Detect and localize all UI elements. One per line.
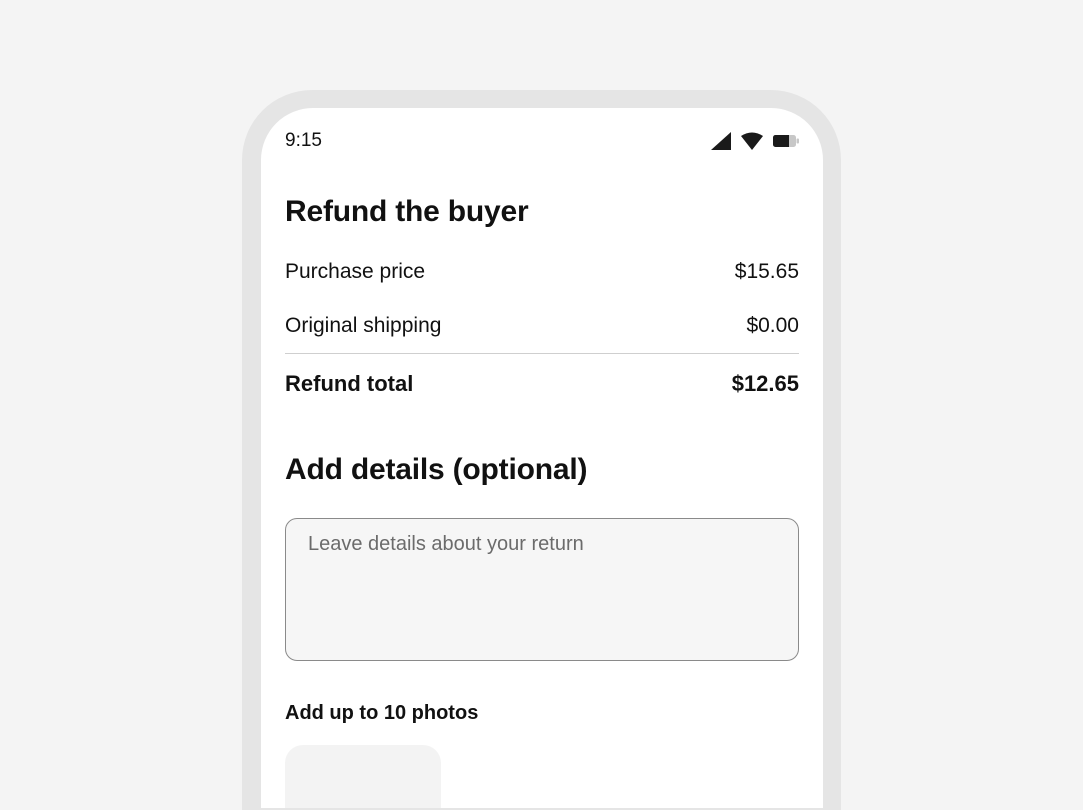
status-icons — [711, 132, 799, 150]
photos-label: Add up to 10 photos — [285, 702, 479, 724]
refund-total-row: Refund total $12.65 — [285, 354, 799, 414]
status-bar: 9:15 — [285, 130, 799, 152]
wifi-icon — [741, 132, 763, 150]
original-shipping-label: Original shipping — [285, 314, 442, 337]
details-textarea[interactable] — [285, 518, 799, 661]
original-shipping-value: $0.00 — [746, 314, 799, 337]
purchase-price-row: Purchase price $15.65 — [285, 245, 799, 299]
cellular-signal-icon — [711, 132, 731, 150]
refund-total-label: Refund total — [285, 371, 414, 396]
purchase-price-label: Purchase price — [285, 260, 426, 283]
details-title: Add details (optional) — [285, 453, 588, 486]
original-shipping-row: Original shipping $0.00 — [285, 299, 799, 353]
refund-title: Refund the buyer — [285, 195, 529, 228]
battery-icon — [773, 135, 799, 147]
refund-content: Refund the buyer Purchase price $15.65 O… — [285, 192, 799, 808]
status-time: 9:15 — [285, 130, 322, 151]
refund-total-value: $12.65 — [731, 371, 799, 396]
add-photo-tile[interactable] — [285, 745, 441, 808]
purchase-price-value: $15.65 — [734, 260, 799, 283]
phone-screen: 9:15 Refund the buyer Purchase price $15… — [261, 108, 823, 808]
